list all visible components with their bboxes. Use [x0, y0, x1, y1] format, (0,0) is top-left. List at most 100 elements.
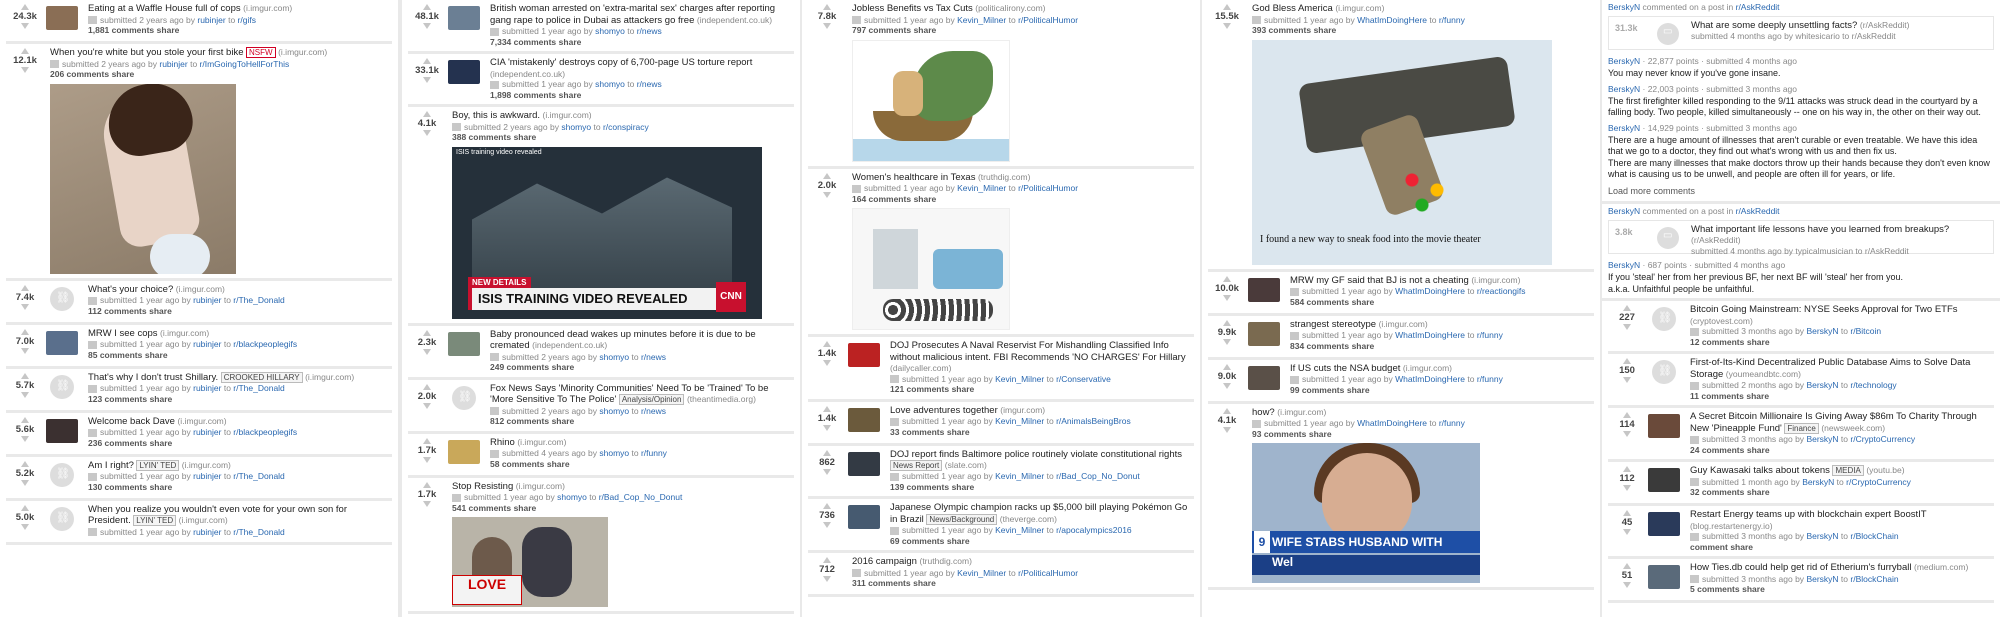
upvote-arrow-icon[interactable] [1623, 510, 1631, 516]
post-domain[interactable]: (youtu.be) [1866, 465, 1904, 475]
expand-icon[interactable] [490, 407, 499, 416]
author-link[interactable]: shomyo [595, 26, 625, 36]
author-link[interactable]: shomyo [599, 352, 629, 362]
share-link[interactable]: share [552, 362, 575, 372]
share-link[interactable]: share [150, 438, 173, 448]
upvote-arrow-icon[interactable] [423, 111, 431, 117]
downvote-arrow-icon[interactable] [823, 191, 831, 198]
comments-link[interactable]: 5 comments [1690, 584, 1740, 594]
author-link[interactable]: BerskyN [1802, 477, 1834, 487]
post-domain[interactable]: (i.imgur.com) [517, 437, 566, 447]
expand-icon[interactable] [1290, 375, 1299, 384]
author-link[interactable]: WhatImDoingHere [1395, 286, 1465, 296]
downvote-arrow-icon[interactable] [423, 77, 431, 83]
downvote-arrow-icon[interactable] [423, 23, 431, 29]
post-title[interactable]: MRW I see cops [88, 328, 158, 339]
subreddit-link[interactable]: r/news [641, 406, 666, 416]
author-link[interactable]: rubinjer [159, 59, 187, 69]
post-thumbnail[interactable] [1648, 512, 1680, 536]
post-domain[interactable]: (i.imgur.com) [516, 481, 565, 491]
comment-author-link[interactable]: BerskyN [1608, 84, 1640, 94]
expand-icon[interactable] [1252, 419, 1261, 428]
subreddit-link[interactable]: r/PoliticalHumor [1018, 183, 1078, 193]
upvote-arrow-icon[interactable] [423, 481, 431, 488]
share-link[interactable]: share [1352, 341, 1375, 351]
author-link[interactable]: WhatImDoingHere [1395, 374, 1465, 384]
author-link[interactable]: Kevin_Milner [957, 183, 1006, 193]
post-thumbnail[interactable] [448, 6, 480, 30]
link-icon[interactable] [50, 462, 74, 487]
post-title[interactable]: What's your choice? [88, 284, 173, 295]
upvote-arrow-icon[interactable] [423, 383, 431, 390]
comments-link[interactable]: comment [1690, 542, 1728, 552]
subreddit-link[interactable]: r/news [637, 79, 662, 89]
quoted-post-title[interactable]: What important life lessons have you lea… [1691, 224, 1949, 235]
subreddit-link[interactable]: r/The_Donald [233, 295, 285, 305]
author-link[interactable]: WhatImDoingHere [1357, 15, 1427, 25]
comments-link[interactable]: 249 comments [490, 362, 549, 372]
downvote-arrow-icon[interactable] [423, 130, 431, 136]
share-link[interactable]: share [157, 25, 180, 35]
expand-icon[interactable] [1690, 575, 1699, 584]
subreddit-link[interactable]: r/technology [1850, 380, 1896, 390]
subreddit-link[interactable]: r/Bitcoin [1850, 326, 1881, 336]
downvote-arrow-icon[interactable] [1623, 529, 1631, 535]
author-link[interactable]: Kevin_Milner [995, 471, 1044, 481]
post-image[interactable] [852, 39, 1010, 162]
expand-icon[interactable] [1290, 331, 1299, 340]
post-domain[interactable]: (imgur.com) [1000, 405, 1045, 415]
expand-icon[interactable] [1690, 327, 1699, 336]
share-link[interactable]: share [952, 384, 975, 394]
subreddit-link[interactable]: r/PoliticalHumor [1018, 568, 1078, 578]
downvote-arrow-icon[interactable] [21, 303, 29, 310]
post-thumbnail[interactable] [46, 418, 78, 443]
author-link[interactable]: rubinjer [193, 295, 221, 305]
subreddit-link[interactable]: r/BlockChain [1850, 574, 1898, 584]
author-link[interactable]: shomyo [595, 79, 625, 89]
downvote-arrow-icon[interactable] [823, 576, 831, 582]
expand-icon[interactable] [852, 569, 861, 578]
post-title[interactable]: Stop Resisting [452, 481, 513, 492]
expand-icon[interactable] [88, 16, 97, 25]
share-link[interactable]: share [514, 503, 537, 513]
expand-icon[interactable] [88, 340, 97, 349]
post-domain[interactable]: (i.imgur.com) [179, 515, 228, 525]
comments-link[interactable]: 206 comments [50, 69, 109, 79]
share-link[interactable]: share [514, 132, 537, 142]
post-title[interactable]: Baby pronounced dead wakes up minutes be… [490, 329, 756, 352]
expand-icon[interactable] [1252, 16, 1261, 25]
downvote-arrow-icon[interactable] [423, 500, 431, 507]
post-domain[interactable]: (i.imgur.com) [278, 47, 327, 57]
upvote-arrow-icon[interactable] [21, 416, 29, 423]
share-link[interactable]: share [1352, 297, 1375, 307]
post-image[interactable]: WIFE STABS HUSBAND WITH SQUIRREL9Wel [1252, 443, 1480, 583]
share-link[interactable]: share [947, 536, 970, 546]
author-link[interactable]: rubinjer [197, 15, 225, 25]
upvote-arrow-icon[interactable] [21, 372, 29, 379]
downvote-arrow-icon[interactable] [1223, 294, 1231, 301]
post-domain[interactable]: (dailycaller.com) [890, 363, 951, 373]
author-link[interactable]: rubinjer [193, 427, 221, 437]
post-thumbnail[interactable] [1648, 414, 1680, 438]
post-domain[interactable]: (i.imgur.com) [177, 416, 226, 426]
post-thumbnail[interactable] [448, 331, 480, 356]
downvote-arrow-icon[interactable] [1623, 377, 1631, 383]
subreddit-link[interactable]: r/CryptoCurrency [1846, 477, 1911, 487]
post-domain[interactable]: (i.imgur.com) [1471, 275, 1520, 285]
comments-link[interactable]: 33 comments [890, 427, 944, 437]
post-domain[interactable]: (independent.co.uk) [697, 15, 772, 25]
author-link[interactable]: shomyo [599, 448, 629, 458]
upvote-arrow-icon[interactable] [1223, 275, 1231, 282]
downvote-arrow-icon[interactable] [1223, 426, 1231, 433]
post-thumbnail[interactable] [1648, 565, 1680, 589]
post-title[interactable]: If US cuts the NSA budget [1290, 363, 1400, 374]
post-thumbnail[interactable] [848, 451, 880, 476]
expand-icon[interactable] [88, 296, 97, 305]
subreddit-link[interactable]: r/news [641, 352, 666, 362]
subreddit-link[interactable]: r/CryptoCurrency [1850, 434, 1915, 444]
upvote-arrow-icon[interactable] [823, 503, 831, 509]
upvote-arrow-icon[interactable] [1223, 363, 1231, 370]
subreddit-link[interactable]: r/funny [1477, 330, 1503, 340]
post-title[interactable]: CIA 'mistakenly' destroys copy of 6,700-… [490, 57, 752, 68]
expand-icon[interactable] [88, 528, 97, 537]
